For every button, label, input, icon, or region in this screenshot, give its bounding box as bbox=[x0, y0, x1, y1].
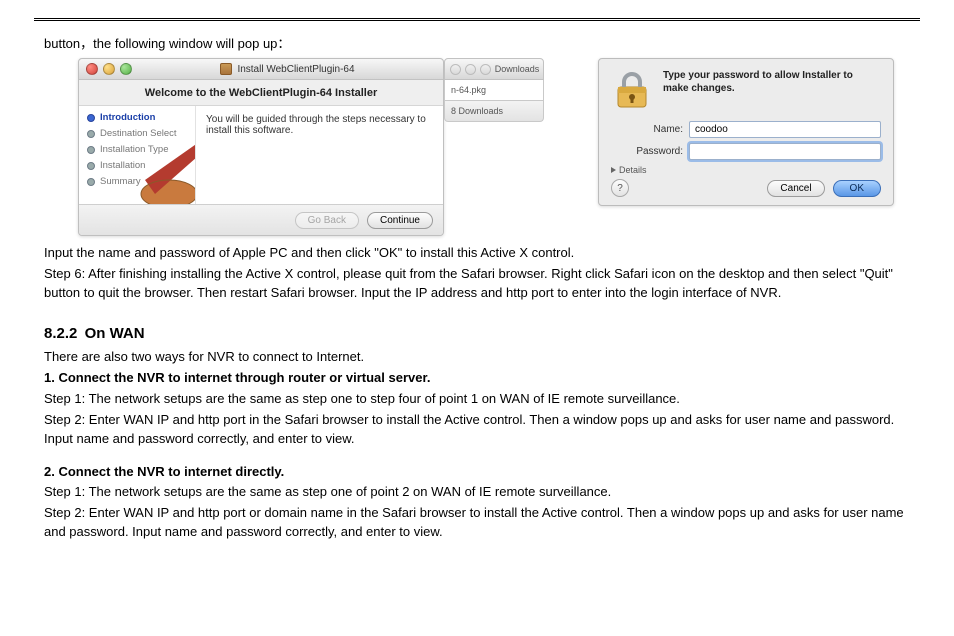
minimize-icon[interactable] bbox=[103, 63, 115, 75]
downloads-window: Downloads n-64.pkg 8 Downloads bbox=[444, 58, 544, 122]
installer-window: Install WebClientPlugin-64 Welcome to th… bbox=[78, 58, 444, 236]
downloads-count: 8 Downloads bbox=[444, 101, 544, 122]
auth-prompt: Type your password to allow Installer to… bbox=[663, 69, 881, 111]
paragraph: Input the name and password of Apple PC … bbox=[44, 244, 918, 263]
section-heading: 8.2.2 On WAN bbox=[44, 323, 918, 345]
method-heading: 2. Connect the NVR to internet directly. bbox=[44, 463, 918, 482]
paragraph: Step 1: The network setups are the same … bbox=[44, 390, 918, 409]
method-heading: 1. Connect the NVR to internet through r… bbox=[44, 369, 918, 388]
installer-titlebar: Install WebClientPlugin-64 bbox=[79, 59, 443, 80]
step-introduction: Introduction bbox=[87, 112, 195, 123]
pen-illustration-icon bbox=[139, 132, 196, 204]
installer-main-text: You will be guided through the steps nec… bbox=[196, 106, 443, 204]
paragraph: Step 1: The network setups are the same … bbox=[44, 483, 918, 502]
name-label: Name: bbox=[611, 124, 689, 135]
paragraph: Step 6: After finishing installing the A… bbox=[44, 265, 918, 303]
disclosure-triangle-icon bbox=[611, 167, 616, 173]
name-field[interactable] bbox=[689, 121, 881, 138]
password-field[interactable] bbox=[689, 143, 881, 160]
paragraph: There are also two ways for NVR to conne… bbox=[44, 348, 918, 367]
lead-text: button，the following window will pop up： bbox=[44, 33, 920, 52]
paragraph: Step 2: Enter WAN IP and http port or do… bbox=[44, 504, 918, 542]
installer-title: Install WebClientPlugin-64 bbox=[237, 64, 354, 75]
zoom-icon[interactable] bbox=[120, 63, 132, 75]
lock-icon bbox=[611, 69, 653, 111]
auth-dialog: Type your password to allow Installer to… bbox=[598, 58, 894, 206]
close-icon[interactable] bbox=[86, 63, 98, 75]
close-icon[interactable] bbox=[450, 64, 461, 75]
continue-button[interactable]: Continue bbox=[367, 212, 433, 229]
go-back-button[interactable]: Go Back bbox=[295, 212, 359, 229]
cancel-button[interactable]: Cancel bbox=[767, 180, 824, 197]
minimize-icon[interactable] bbox=[465, 64, 476, 75]
zoom-icon[interactable] bbox=[480, 64, 491, 75]
help-button[interactable]: ? bbox=[611, 179, 629, 197]
installer-sidebar: Introduction Destination Select Installa… bbox=[79, 106, 196, 204]
paragraph: Step 2: Enter WAN IP and http port in th… bbox=[44, 411, 918, 449]
downloads-title: Downloads bbox=[491, 64, 543, 74]
horizontal-rule bbox=[34, 18, 920, 21]
ok-button[interactable]: OK bbox=[833, 180, 881, 197]
password-label: Password: bbox=[611, 146, 689, 157]
details-toggle[interactable]: Details bbox=[611, 165, 881, 175]
download-item[interactable]: n-64.pkg bbox=[444, 80, 544, 101]
installer-welcome: Welcome to the WebClientPlugin-64 Instal… bbox=[79, 80, 443, 105]
package-icon bbox=[220, 63, 232, 75]
